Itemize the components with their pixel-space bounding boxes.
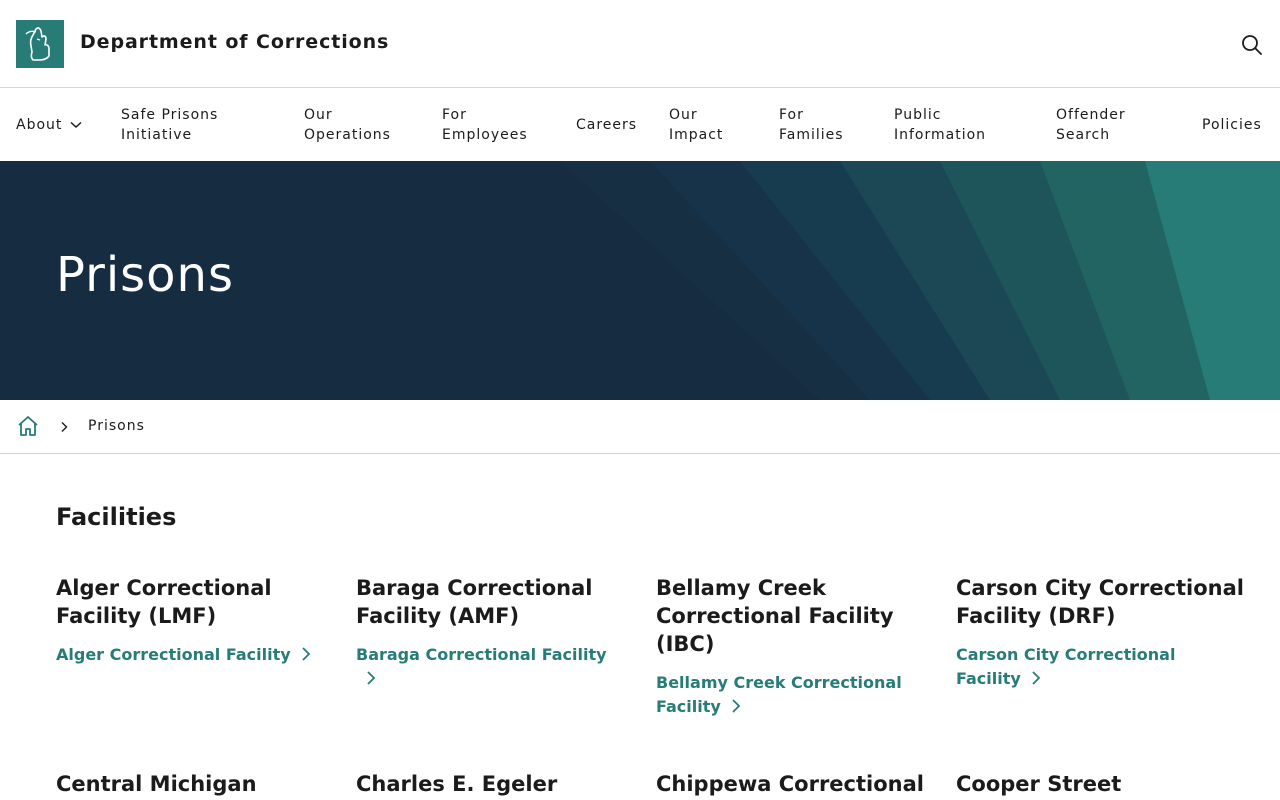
facility-title: Bellamy Creek Correctional Facility (IBC… (656, 576, 894, 656)
home-icon[interactable] (16, 414, 40, 438)
nav-item-label: Careers (576, 117, 638, 133)
breadcrumb-current: Prisons (88, 418, 145, 434)
michigan-mitten-logo-icon[interactable] (16, 20, 64, 68)
nav-item-policies[interactable]: Policies (1202, 89, 1262, 161)
chevron-right-icon (731, 697, 741, 721)
nav-item-label: Public Information (894, 107, 987, 143)
chevron-down-icon (70, 121, 82, 129)
nav-item-label: For Families (779, 107, 844, 143)
facility-title: Central Michigan (56, 772, 257, 796)
nav-item-label: About (16, 117, 63, 133)
chevron-right-icon (366, 669, 376, 693)
facility-link-label: Carson City Correctional Facility (956, 645, 1176, 688)
nav-item-safe-prisons-initiative[interactable]: Safe Prisons Initiative (121, 89, 218, 161)
hero-banner: Prisons (0, 161, 1280, 400)
nav-item-careers[interactable]: Careers (576, 89, 637, 161)
nav-item-label: Our Impact (669, 107, 724, 143)
section-heading: Facilities (56, 503, 177, 531)
facility-card: Cooper Street (956, 770, 1226, 798)
page-title: Prisons (56, 247, 234, 303)
nav-item-label: Safe Prisons Initiative (121, 107, 219, 143)
facility-card: Central Michigan (56, 770, 326, 798)
nav-item-label: Policies (1202, 117, 1262, 133)
facility-card: Chippewa Correctional (656, 770, 956, 798)
facility-card: Baraga Correctional Facility (AMF) Barag… (356, 574, 626, 693)
nav-item-our-impact[interactable]: Our Impact (669, 89, 723, 161)
nav-item-public-information[interactable]: Public Information (894, 89, 986, 161)
facility-title: Carson City Correctional Facility (DRF) (956, 576, 1245, 628)
facility-title: Alger Correctional Facility (LMF) (56, 576, 272, 628)
facility-link[interactable]: Baraga Correctional Facility (356, 643, 626, 693)
facility-card: Carson City Correctional Facility (DRF) … (956, 574, 1256, 693)
facility-title: Charles E. Egeler (356, 772, 558, 796)
nav-item-for-employees[interactable]: For Employees (442, 89, 528, 161)
breadcrumb: Prisons (0, 400, 1280, 454)
nav-item-label: For Employees (442, 107, 528, 143)
facility-link-label: Alger Correctional Facility (56, 645, 291, 664)
nav-item-offender-search[interactable]: Offender Search (1056, 89, 1126, 161)
facility-card: Charles E. Egeler (356, 770, 626, 798)
facility-link[interactable]: Bellamy Creek Correctional Facility (656, 671, 918, 721)
facility-title: Baraga Correctional Facility (AMF) (356, 576, 593, 628)
main-navigation: About Safe Prisons Initiative Our Operat… (0, 89, 1280, 161)
search-icon[interactable] (1238, 31, 1266, 59)
facility-card: Bellamy Creek Correctional Facility (IBC… (656, 574, 918, 721)
facility-link-label: Bellamy Creek Correctional Facility (656, 673, 902, 716)
nav-item-label: Our Operations (304, 107, 391, 143)
facility-card: Alger Correctional Facility (LMF) Alger … (56, 574, 326, 669)
site-header: Department of Corrections (0, 0, 1280, 88)
nav-item-for-families[interactable]: For Families (779, 89, 844, 161)
facility-link[interactable]: Alger Correctional Facility (56, 643, 326, 669)
chevron-right-icon (1031, 669, 1041, 693)
chevron-right-icon (58, 419, 70, 433)
chevron-right-icon (301, 645, 311, 669)
site-title[interactable]: Department of Corrections (80, 31, 389, 53)
facility-title: Chippewa Correctional (656, 772, 924, 796)
facility-link-label: Baraga Correctional Facility (356, 645, 607, 664)
nav-item-our-operations[interactable]: Our Operations (304, 89, 391, 161)
nav-item-about[interactable]: About (16, 89, 82, 161)
facility-link[interactable]: Carson City Correctional Facility (956, 643, 1196, 693)
nav-item-label: Offender Search (1056, 107, 1126, 143)
facility-title: Cooper Street (956, 772, 1122, 796)
